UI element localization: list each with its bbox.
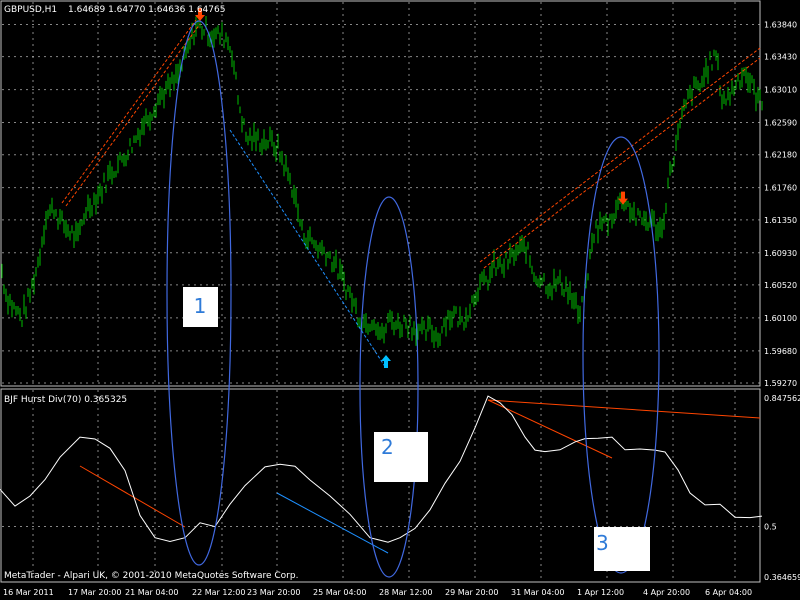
symbol-label: GBPUSD,H1 xyxy=(4,5,57,15)
price-axis-tick-label: 1.63010 xyxy=(764,86,797,95)
time-axis-tick-label: 21 Mar 04:00 xyxy=(125,588,178,597)
time-axis-tick-label: 22 Mar 12:00 xyxy=(192,588,245,597)
annotation-box-3: 3 xyxy=(594,527,650,571)
indicator-axis-tick-label: 0.847562 xyxy=(764,394,800,403)
price-axis-tick-label: 1.60930 xyxy=(764,249,797,258)
indicator-axis-tick-label: 0.364659 xyxy=(764,573,800,582)
price-axis-tick-label: 1.59680 xyxy=(764,347,797,356)
time-axis-tick-label: 4 Apr 20:00 xyxy=(643,588,690,597)
copyright-label: MetaTrader - Alpari UK, © 2001-2010 Meta… xyxy=(4,571,298,581)
annotation-label-3: 3 xyxy=(596,531,609,555)
annotation-box-2: 2 xyxy=(374,432,428,482)
time-axis-tick-label: 28 Mar 12:00 xyxy=(379,588,432,597)
price-axis-tick-label: 1.60520 xyxy=(764,281,797,290)
time-axis-tick-label: 16 Mar 2011 xyxy=(3,588,54,597)
indicator-label: BJF Hurst Div(70) 0.365325 xyxy=(4,395,127,405)
price-axis-tick-label: 1.62180 xyxy=(764,151,797,160)
price-axis-tick-label: 1.63430 xyxy=(764,53,797,62)
chart-canvas: 1.63840 1.63430 1.63010 1.62590 1.62180 1.617… xyxy=(0,0,800,600)
time-axis-tick-label: 6 Apr 04:00 xyxy=(705,588,752,597)
indicator-axis-tick-label: 0.5 xyxy=(764,523,777,532)
time-axis-tick-label: 25 Mar 04:00 xyxy=(313,588,366,597)
price-axis-tick-label: 1.61350 xyxy=(764,216,797,225)
time-axis-tick-label: 23 Mar 20:00 xyxy=(247,588,300,597)
time-axis-tick-label: 31 Mar 04:00 xyxy=(511,588,564,597)
price-axis-tick-label: 1.63840 xyxy=(764,20,797,29)
time-axis-tick-label: 17 Mar 20:00 xyxy=(68,588,121,597)
annotation-label-2: 2 xyxy=(381,435,394,459)
price-axis-tick-label: 1.62590 xyxy=(764,119,797,128)
annotation-box-1: 1 xyxy=(183,287,218,327)
price-axis-tick-label: 1.61760 xyxy=(764,184,797,193)
annotation-label-1: 1 xyxy=(194,294,207,318)
price-axis-tick-label: 1.59270 xyxy=(764,379,797,388)
price-axis-tick-label: 1.60100 xyxy=(764,314,797,323)
time-axis-tick-label: 29 Mar 20:00 xyxy=(445,588,498,597)
time-axis-tick-label: 1 Apr 12:00 xyxy=(577,588,624,597)
ohlc-label: 1.64689 1.64770 1.64636 1.64765 xyxy=(68,5,225,15)
